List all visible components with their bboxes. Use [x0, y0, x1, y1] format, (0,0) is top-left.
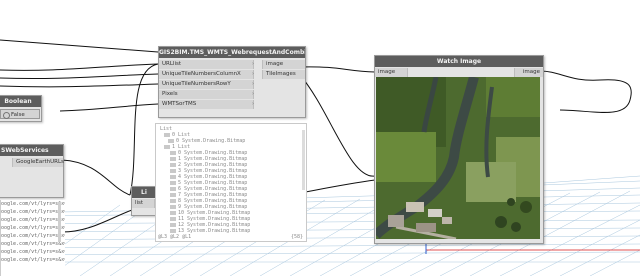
gis2bim-node-title: GIS2BIM.TMS_WMTS_WebrequestAndCombineIma…: [159, 47, 305, 58]
watch-image-title: Watch Image: [375, 56, 543, 67]
gis2bim-node[interactable]: GIS2BIM.TMS_WMTS_WebrequestAndCombineIma…: [158, 46, 306, 118]
wire-boolean: [59, 103, 159, 112]
satellite-image: [376, 77, 540, 239]
port-arrow-icon: ›: [252, 61, 254, 67]
url-list-preview: oogle.com/vt/lyrs=s&x= oogle.com/vt/lyrs…: [0, 200, 65, 276]
preview-footer-count: {58}: [290, 234, 303, 240]
webservices-node-title: SWebServices: [0, 145, 63, 156]
port-arrow-icon: ›: [252, 81, 254, 87]
port-arrow-icon: ›: [252, 71, 254, 77]
wire-tileimages: [299, 74, 376, 177]
tile-x-port[interactable]: UniqueTileNumbersColumnX: [159, 70, 254, 79]
port-arrow-icon: ›: [252, 101, 254, 107]
watch-image-output-port[interactable]: image: [514, 68, 543, 77]
tile-y-port[interactable]: UniqueTileNumbersRowY: [159, 80, 254, 89]
preview-scrollbar[interactable]: [302, 130, 305, 190]
false-label: False: [11, 112, 25, 118]
wire-watch-out: [539, 70, 632, 113]
wire-x: [0, 73, 159, 80]
list-node[interactable]: Li list: [131, 186, 157, 216]
url-item: oogle.com/vt/lyrs=s&x=: [1, 217, 65, 223]
port-arrow-icon: ›: [252, 91, 254, 97]
wire-image: [299, 66, 376, 73]
url-item: oogle.com/vt/lyrs=s&x=: [1, 225, 65, 231]
boolean-node-title: Boolean: [0, 96, 41, 107]
output-preview[interactable]: List 0 List 0 System.Drawing.Bitmap 1 Li…: [155, 123, 307, 242]
wire-y: [0, 83, 159, 88]
url-item: oogle.com/vt/lyrs=s&x=: [1, 209, 65, 215]
url-item: oogle.com/vt/lyrs=s&x=: [1, 257, 65, 263]
url-item: oogle.com/vt/lyrs=s&x=: [1, 241, 65, 247]
url-item: oogle.com/vt/lyrs=s&x=: [1, 249, 65, 255]
image-output-port[interactable]: image: [262, 60, 305, 69]
wire-googleurls: [61, 159, 131, 196]
false-chip[interactable]: False: [0, 109, 40, 119]
workspace-canvas[interactable]: [0, 0, 640, 276]
googleearthurls-port[interactable]: GoogleEarthURLs: [12, 158, 64, 167]
wmtsortms-port[interactable]: WMTSorTMS: [159, 100, 254, 109]
preview-footer-levels: @L3 @L2 @L1: [158, 234, 192, 240]
background-grid: [0, 175, 640, 276]
tileimages-output-port[interactable]: TileImages: [262, 70, 305, 79]
wire-bottom-left: [61, 209, 133, 233]
list-node-title: Li: [132, 187, 156, 198]
list-port[interactable]: list: [132, 199, 155, 208]
false-radio-icon[interactable]: [3, 112, 10, 119]
webservices-node[interactable]: SWebServices GoogleEarthURLs: [0, 144, 64, 198]
wire-urllist: [0, 63, 159, 71]
wire-top-left: [0, 39, 159, 53]
url-list-scrollbar[interactable]: [58, 202, 61, 242]
watch-image-input-port[interactable]: image: [375, 68, 408, 77]
url-item: oogle.com/vt/lyrs=s&x=: [1, 233, 65, 239]
pixels-port[interactable]: Pixels: [159, 90, 254, 99]
url-item: oogle.com/vt/lyrs=s&x=: [1, 201, 65, 207]
urllist-port[interactable]: URLlist: [159, 60, 254, 69]
